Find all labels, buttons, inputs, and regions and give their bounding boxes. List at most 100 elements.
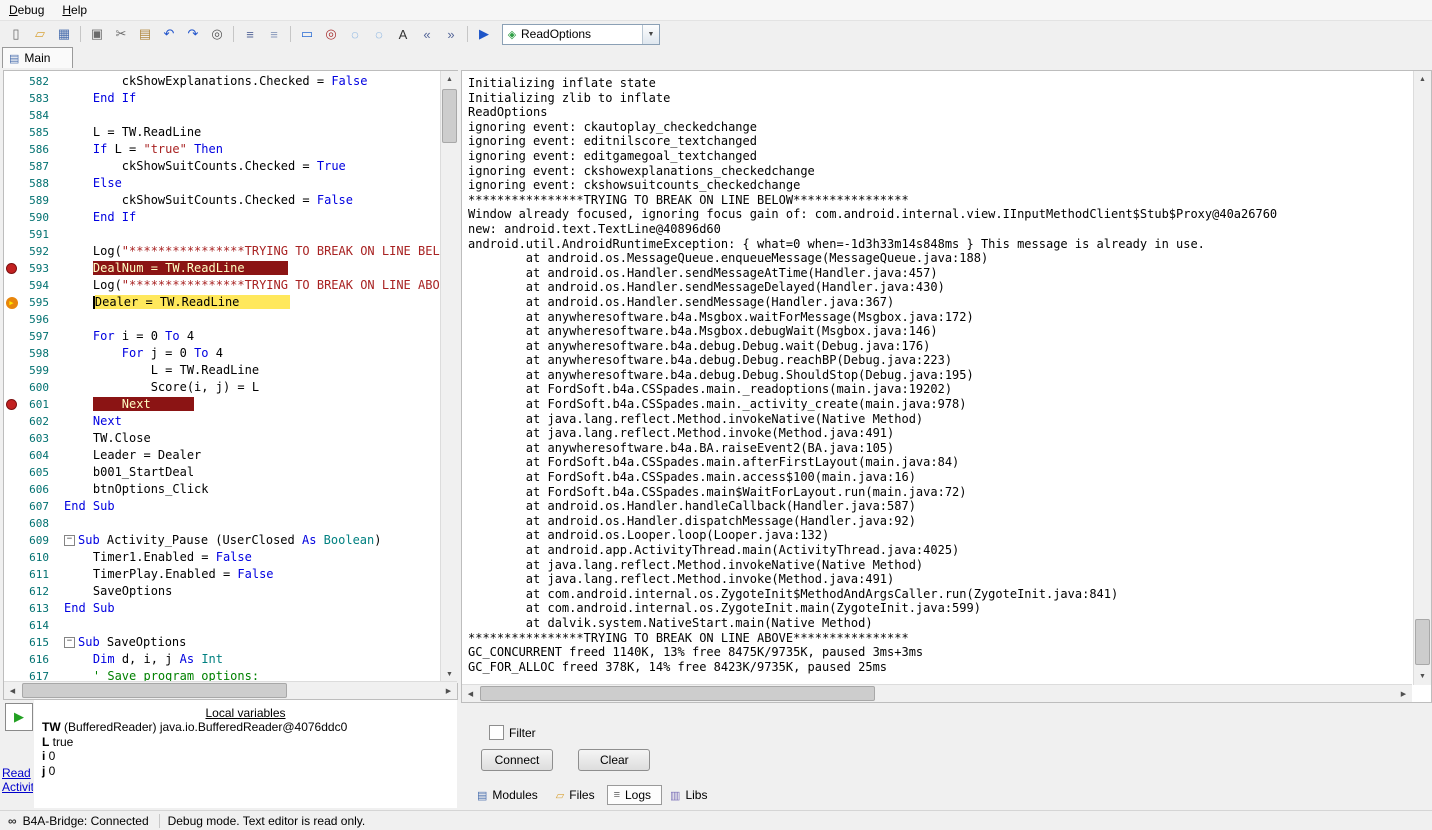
code-line[interactable]: 603 TW.Close xyxy=(4,430,440,447)
quick-run-button[interactable]: ▶ xyxy=(5,703,33,731)
scrollbar-thumb[interactable] xyxy=(1415,619,1430,665)
undo-icon[interactable]: ↶ xyxy=(158,23,180,45)
breakpoint-margin[interactable] xyxy=(4,90,19,107)
breakpoint-margin[interactable] xyxy=(4,345,19,362)
side-link-activit[interactable]: Activit xyxy=(2,780,33,794)
code-line[interactable]: 608 xyxy=(4,515,440,532)
menu-help[interactable]: Help xyxy=(53,1,96,19)
tab-modules[interactable]: ▤Modules xyxy=(471,786,548,804)
breakpoint-margin[interactable] xyxy=(4,192,19,209)
breakpoint-icon[interactable] xyxy=(6,263,17,274)
scroll-left-icon[interactable]: ◀ xyxy=(462,685,479,702)
code-line[interactable]: 602 Next xyxy=(4,413,440,430)
breakpoint-margin[interactable] xyxy=(4,549,19,566)
find-in-designer-icon[interactable]: ◎ xyxy=(320,23,342,45)
clear-button[interactable]: Clear xyxy=(578,749,650,771)
breakpoint-margin[interactable] xyxy=(4,447,19,464)
code-line[interactable]: 612 SaveOptions xyxy=(4,583,440,600)
paste-icon[interactable]: ▤ xyxy=(134,23,156,45)
breakpoint-margin[interactable] xyxy=(4,209,19,226)
scroll-up-icon[interactable]: ▲ xyxy=(441,71,458,88)
log-output[interactable]: Initializing inflate state Initializing … xyxy=(462,71,1424,695)
code-line[interactable]: 583 End If xyxy=(4,90,440,107)
code-line[interactable]: 592 Log("****************TRYING TO BREAK… xyxy=(4,243,440,260)
code-line[interactable]: 611 TimerPlay.Enabled = False xyxy=(4,566,440,583)
breakpoint-margin[interactable] xyxy=(4,617,19,634)
scroll-right-icon[interactable]: ▶ xyxy=(1395,685,1412,702)
breakpoint-icon[interactable] xyxy=(6,399,17,410)
tab-logs[interactable]: ≡Logs xyxy=(607,785,662,805)
breakpoint-margin[interactable] xyxy=(4,651,19,668)
code-line[interactable]: ▶595 Dealer = TW.ReadLine xyxy=(4,294,440,311)
code-line[interactable]: 599 L = TW.ReadLine xyxy=(4,362,440,379)
new-file-icon[interactable]: ▯ xyxy=(5,23,27,45)
scroll-left-icon[interactable]: ◀ xyxy=(4,682,21,699)
code-line[interactable]: 600 Score(i, j) = L xyxy=(4,379,440,396)
breakpoint-margin[interactable] xyxy=(4,158,19,175)
log-hscrollbar[interactable]: ◀ ▶ xyxy=(462,684,1412,702)
outdent-icon[interactable]: « xyxy=(416,23,438,45)
breakpoint-margin[interactable] xyxy=(4,277,19,294)
log-vscrollbar[interactable]: ▲ ▼ xyxy=(1413,71,1431,685)
connect-button[interactable]: Connect xyxy=(481,749,553,771)
fold-toggle-icon[interactable]: − xyxy=(64,535,75,546)
breakpoint-margin[interactable] xyxy=(4,515,19,532)
fold-toggle-icon[interactable]: − xyxy=(64,637,75,648)
code-line[interactable]: 598 For j = 0 To 4 xyxy=(4,345,440,362)
checkbox-box[interactable] xyxy=(489,725,504,740)
breakpoint-margin[interactable] xyxy=(4,566,19,583)
code-line[interactable]: 613End Sub xyxy=(4,600,440,617)
code-line[interactable]: 594 Log("****************TRYING TO BREAK… xyxy=(4,277,440,294)
find-icon[interactable]: ◎ xyxy=(206,23,228,45)
breakpoint-margin[interactable] xyxy=(4,634,19,651)
code-line[interactable]: 604 Leader = Dealer xyxy=(4,447,440,464)
breakpoint-margin[interactable]: ▶ xyxy=(4,294,19,311)
breakpoint-margin[interactable] xyxy=(4,141,19,158)
font-size-icon[interactable]: A xyxy=(392,23,414,45)
breakpoint-margin[interactable] xyxy=(4,430,19,447)
menu-debug[interactable]: Debug xyxy=(0,1,53,19)
code-line[interactable]: 596 xyxy=(4,311,440,328)
module-selector-combo[interactable]: ◈ ReadOptions ▼ xyxy=(502,24,660,45)
scroll-up-icon[interactable]: ▲ xyxy=(1414,71,1431,88)
breakpoint-margin[interactable] xyxy=(4,107,19,124)
redo-icon[interactable]: ↷ xyxy=(182,23,204,45)
comment-icon[interactable]: ≡ xyxy=(239,23,261,45)
breakpoint-margin[interactable] xyxy=(4,362,19,379)
uncomment-icon[interactable]: ≡ xyxy=(263,23,285,45)
code-line[interactable]: 614 xyxy=(4,617,440,634)
breakpoint-margin[interactable] xyxy=(4,328,19,345)
code-editor[interactable]: 582 ckShowExplanations.Checked = False58… xyxy=(3,70,458,700)
breakpoint-margin[interactable] xyxy=(4,379,19,396)
code-line[interactable]: 609−Sub Activity_Pause (UserClosed As Bo… xyxy=(4,532,440,549)
breakpoint-margin[interactable] xyxy=(4,600,19,617)
breakpoint-margin[interactable] xyxy=(4,260,19,277)
breakpoint-margin[interactable] xyxy=(4,583,19,600)
code-line[interactable]: 590 End If xyxy=(4,209,440,226)
code-line[interactable]: 591 xyxy=(4,226,440,243)
code-line[interactable]: 587 ckShowSuitCounts.Checked = True xyxy=(4,158,440,175)
code-line[interactable]: 585 L = TW.ReadLine xyxy=(4,124,440,141)
breakpoint-margin[interactable] xyxy=(4,413,19,430)
breakpoint-margin[interactable] xyxy=(4,311,19,328)
scroll-right-icon[interactable]: ▶ xyxy=(440,682,457,699)
breakpoint-margin[interactable] xyxy=(4,243,19,260)
breakpoint-margin[interactable] xyxy=(4,498,19,515)
code-line[interactable]: 586 If L = "true" Then xyxy=(4,141,440,158)
open-project-icon[interactable]: ▱ xyxy=(29,23,51,45)
breakpoint-margin[interactable] xyxy=(4,124,19,141)
designer-icon[interactable]: ▭ xyxy=(296,23,318,45)
tab-libs[interactable]: ▥Libs xyxy=(664,786,717,804)
code-line[interactable]: 597 For i = 0 To 4 xyxy=(4,328,440,345)
code-line[interactable]: 606 btnOptions_Click xyxy=(4,481,440,498)
save-icon[interactable]: ▦ xyxy=(53,23,75,45)
code-line[interactable]: 593 DealNum = TW.ReadLine xyxy=(4,260,440,277)
scrollbar-thumb[interactable] xyxy=(442,89,457,143)
side-link-read[interactable]: Read xyxy=(2,766,33,780)
combo-dropdown-icon[interactable]: ▼ xyxy=(642,25,659,44)
tab-main[interactable]: ▤ Main xyxy=(2,47,73,68)
breakpoint-margin[interactable] xyxy=(4,532,19,549)
breakpoint-margin[interactable] xyxy=(4,226,19,243)
run-resume-icon[interactable]: ▶ xyxy=(473,23,495,45)
code-vscrollbar[interactable]: ▲ ▼ xyxy=(440,71,458,683)
